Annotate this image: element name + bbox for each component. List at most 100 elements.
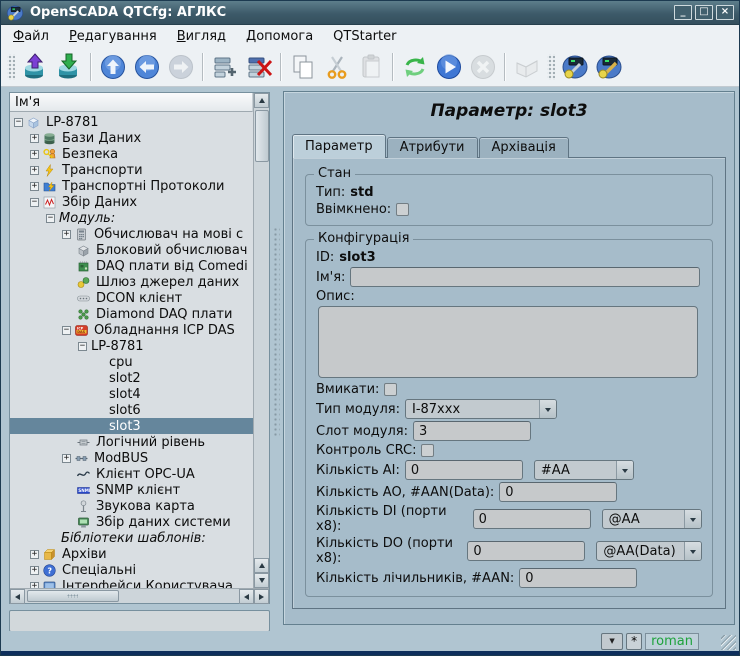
tree-item[interactable]: −Модуль: (10, 210, 253, 226)
tree-item[interactable]: DAQ плати від Comedi (10, 258, 253, 274)
back-button[interactable] (130, 51, 164, 83)
expand-plus-icon[interactable]: + (30, 566, 39, 575)
tree-hscrollbar[interactable] (10, 588, 269, 603)
tree-item[interactable]: Логічний рівень (10, 434, 253, 450)
tree-item[interactable]: SNMPSNMP клієнт (10, 482, 253, 498)
maximize-button[interactable]: □ (695, 5, 713, 20)
tree-item[interactable]: +?Спеціальні (10, 562, 253, 578)
tree-item[interactable]: slot3 (10, 418, 253, 434)
save-to-db-button[interactable] (52, 51, 86, 83)
cut-button[interactable] (320, 51, 354, 83)
tree-item[interactable]: DCON клієнт (10, 290, 253, 306)
tree-item[interactable]: Збір даних системи (10, 514, 253, 530)
menu-qtstarter[interactable]: QTStarter (333, 29, 396, 44)
tree-item[interactable]: +Бази Даних (10, 130, 253, 146)
tree-item[interactable]: +Безпека (10, 146, 253, 162)
menu-file[interactable]: Файл (13, 29, 49, 44)
expand-plus-icon[interactable]: + (62, 230, 71, 239)
up-button[interactable] (96, 51, 130, 83)
menu-help[interactable]: Допомога (246, 29, 313, 44)
hscroll-track[interactable] (25, 589, 239, 603)
tree-item[interactable]: Звукова карта (10, 498, 253, 514)
refresh-button[interactable] (398, 51, 432, 83)
status-star-button[interactable]: * (626, 633, 642, 650)
scroll-up-button[interactable] (254, 558, 269, 573)
di-count-input[interactable] (473, 509, 591, 529)
tree-item[interactable]: Бібліотеки шаблонів: (10, 530, 253, 546)
close-button[interactable]: × (716, 5, 734, 20)
collapse-minus-icon[interactable]: − (30, 198, 39, 207)
hscroll-thumb[interactable] (27, 590, 119, 602)
expand-plus-icon[interactable]: + (30, 182, 39, 191)
tree-item[interactable]: −Збір Даних (10, 194, 253, 210)
collapse-minus-icon[interactable]: − (46, 214, 55, 223)
expand-plus-icon[interactable]: + (30, 134, 39, 143)
status-dropdown[interactable]: ▼ (601, 633, 623, 650)
tree-item[interactable]: −LP-8781 (10, 114, 253, 130)
add-item-button[interactable] (208, 51, 242, 83)
tree-item[interactable]: Diamond DAQ плати (10, 306, 253, 322)
tree-item[interactable]: +ModBUS (10, 450, 253, 466)
tree-item[interactable]: −LP-8781 (10, 338, 253, 354)
scroll-left-button[interactable] (10, 589, 25, 604)
description-textarea[interactable] (318, 306, 698, 378)
tree-item[interactable]: Шлюз джерел даних (10, 274, 253, 290)
collapse-minus-icon[interactable]: − (14, 118, 23, 127)
tree-item[interactable]: +Обчислювач на мові с (10, 226, 253, 242)
vscroll-track[interactable] (254, 108, 269, 558)
tree-item[interactable]: slot6 (10, 402, 253, 418)
tree-item[interactable]: +Інтерфейси Користувача (10, 578, 253, 588)
do-mode-combo[interactable]: @AA(Data) (596, 541, 702, 561)
module-type-combo[interactable]: I-87xxx (405, 399, 557, 419)
to-enable-checkbox[interactable] (384, 383, 397, 396)
copy-button[interactable] (286, 51, 320, 83)
do-count-input[interactable] (467, 541, 585, 561)
ai-count-input[interactable] (405, 460, 523, 480)
tree-item[interactable]: +Архіви (10, 546, 253, 562)
vision-starter-button[interactable] (592, 51, 626, 83)
scroll-left-button[interactable] (239, 589, 254, 604)
name-input[interactable] (350, 267, 700, 287)
collapse-minus-icon[interactable]: − (62, 326, 71, 335)
tree-item[interactable]: Блоковий обчислювач (10, 242, 253, 258)
expand-plus-icon[interactable]: + (30, 550, 39, 559)
tree-item[interactable]: +Транспорти (10, 162, 253, 178)
counters-input[interactable] (519, 568, 637, 588)
tree-item[interactable]: cpu (10, 354, 253, 370)
scroll-down-button[interactable] (254, 573, 269, 588)
tree-status-field[interactable] (9, 610, 270, 632)
collapse-minus-icon[interactable]: − (78, 342, 87, 351)
toolbar-handle[interactable] (7, 54, 15, 80)
di-mode-combo[interactable]: @AA (602, 509, 702, 529)
expand-plus-icon[interactable]: + (62, 454, 71, 463)
tree-item[interactable]: slot2 (10, 370, 253, 386)
tree-column-header[interactable]: Ім'я (10, 93, 253, 112)
tab-attributes[interactable]: Атрибути (387, 137, 478, 158)
delete-item-button[interactable] (242, 51, 276, 83)
start-button[interactable] (432, 51, 466, 83)
tree-item[interactable]: −ICPDASОбладнання ICP DAS (10, 322, 253, 338)
tab-parameter[interactable]: Параметр (292, 134, 386, 158)
tree-item[interactable]: Клієнт OPC-UA (10, 466, 253, 482)
tree-item[interactable]: slot4 (10, 386, 253, 402)
vscroll-thumb[interactable] (255, 110, 269, 162)
ao-count-input[interactable] (499, 482, 617, 502)
qtcfg-starter-button[interactable] (558, 51, 592, 83)
menu-view[interactable]: Вигляд (177, 29, 226, 44)
resize-grip[interactable] (721, 635, 736, 650)
minimize-button[interactable]: _ (674, 5, 692, 20)
panel-splitter[interactable] (273, 227, 280, 437)
enabled-checkbox[interactable] (396, 203, 409, 216)
tree-vscrollbar[interactable] (253, 93, 269, 588)
load-from-db-button[interactable] (18, 51, 52, 83)
expand-plus-icon[interactable]: + (30, 166, 39, 175)
expand-plus-icon[interactable]: + (30, 150, 39, 159)
toolbar-handle[interactable] (547, 54, 555, 80)
tree-item[interactable]: +Транспортні Протоколи (10, 178, 253, 194)
module-slot-input[interactable] (413, 421, 531, 441)
scroll-up-button[interactable] (254, 93, 269, 108)
ai-mode-combo[interactable]: #AA (534, 460, 634, 480)
menu-edit[interactable]: Редагування (69, 29, 157, 44)
scroll-right-button[interactable] (254, 589, 269, 604)
tab-archiving[interactable]: Архівація (479, 137, 569, 158)
